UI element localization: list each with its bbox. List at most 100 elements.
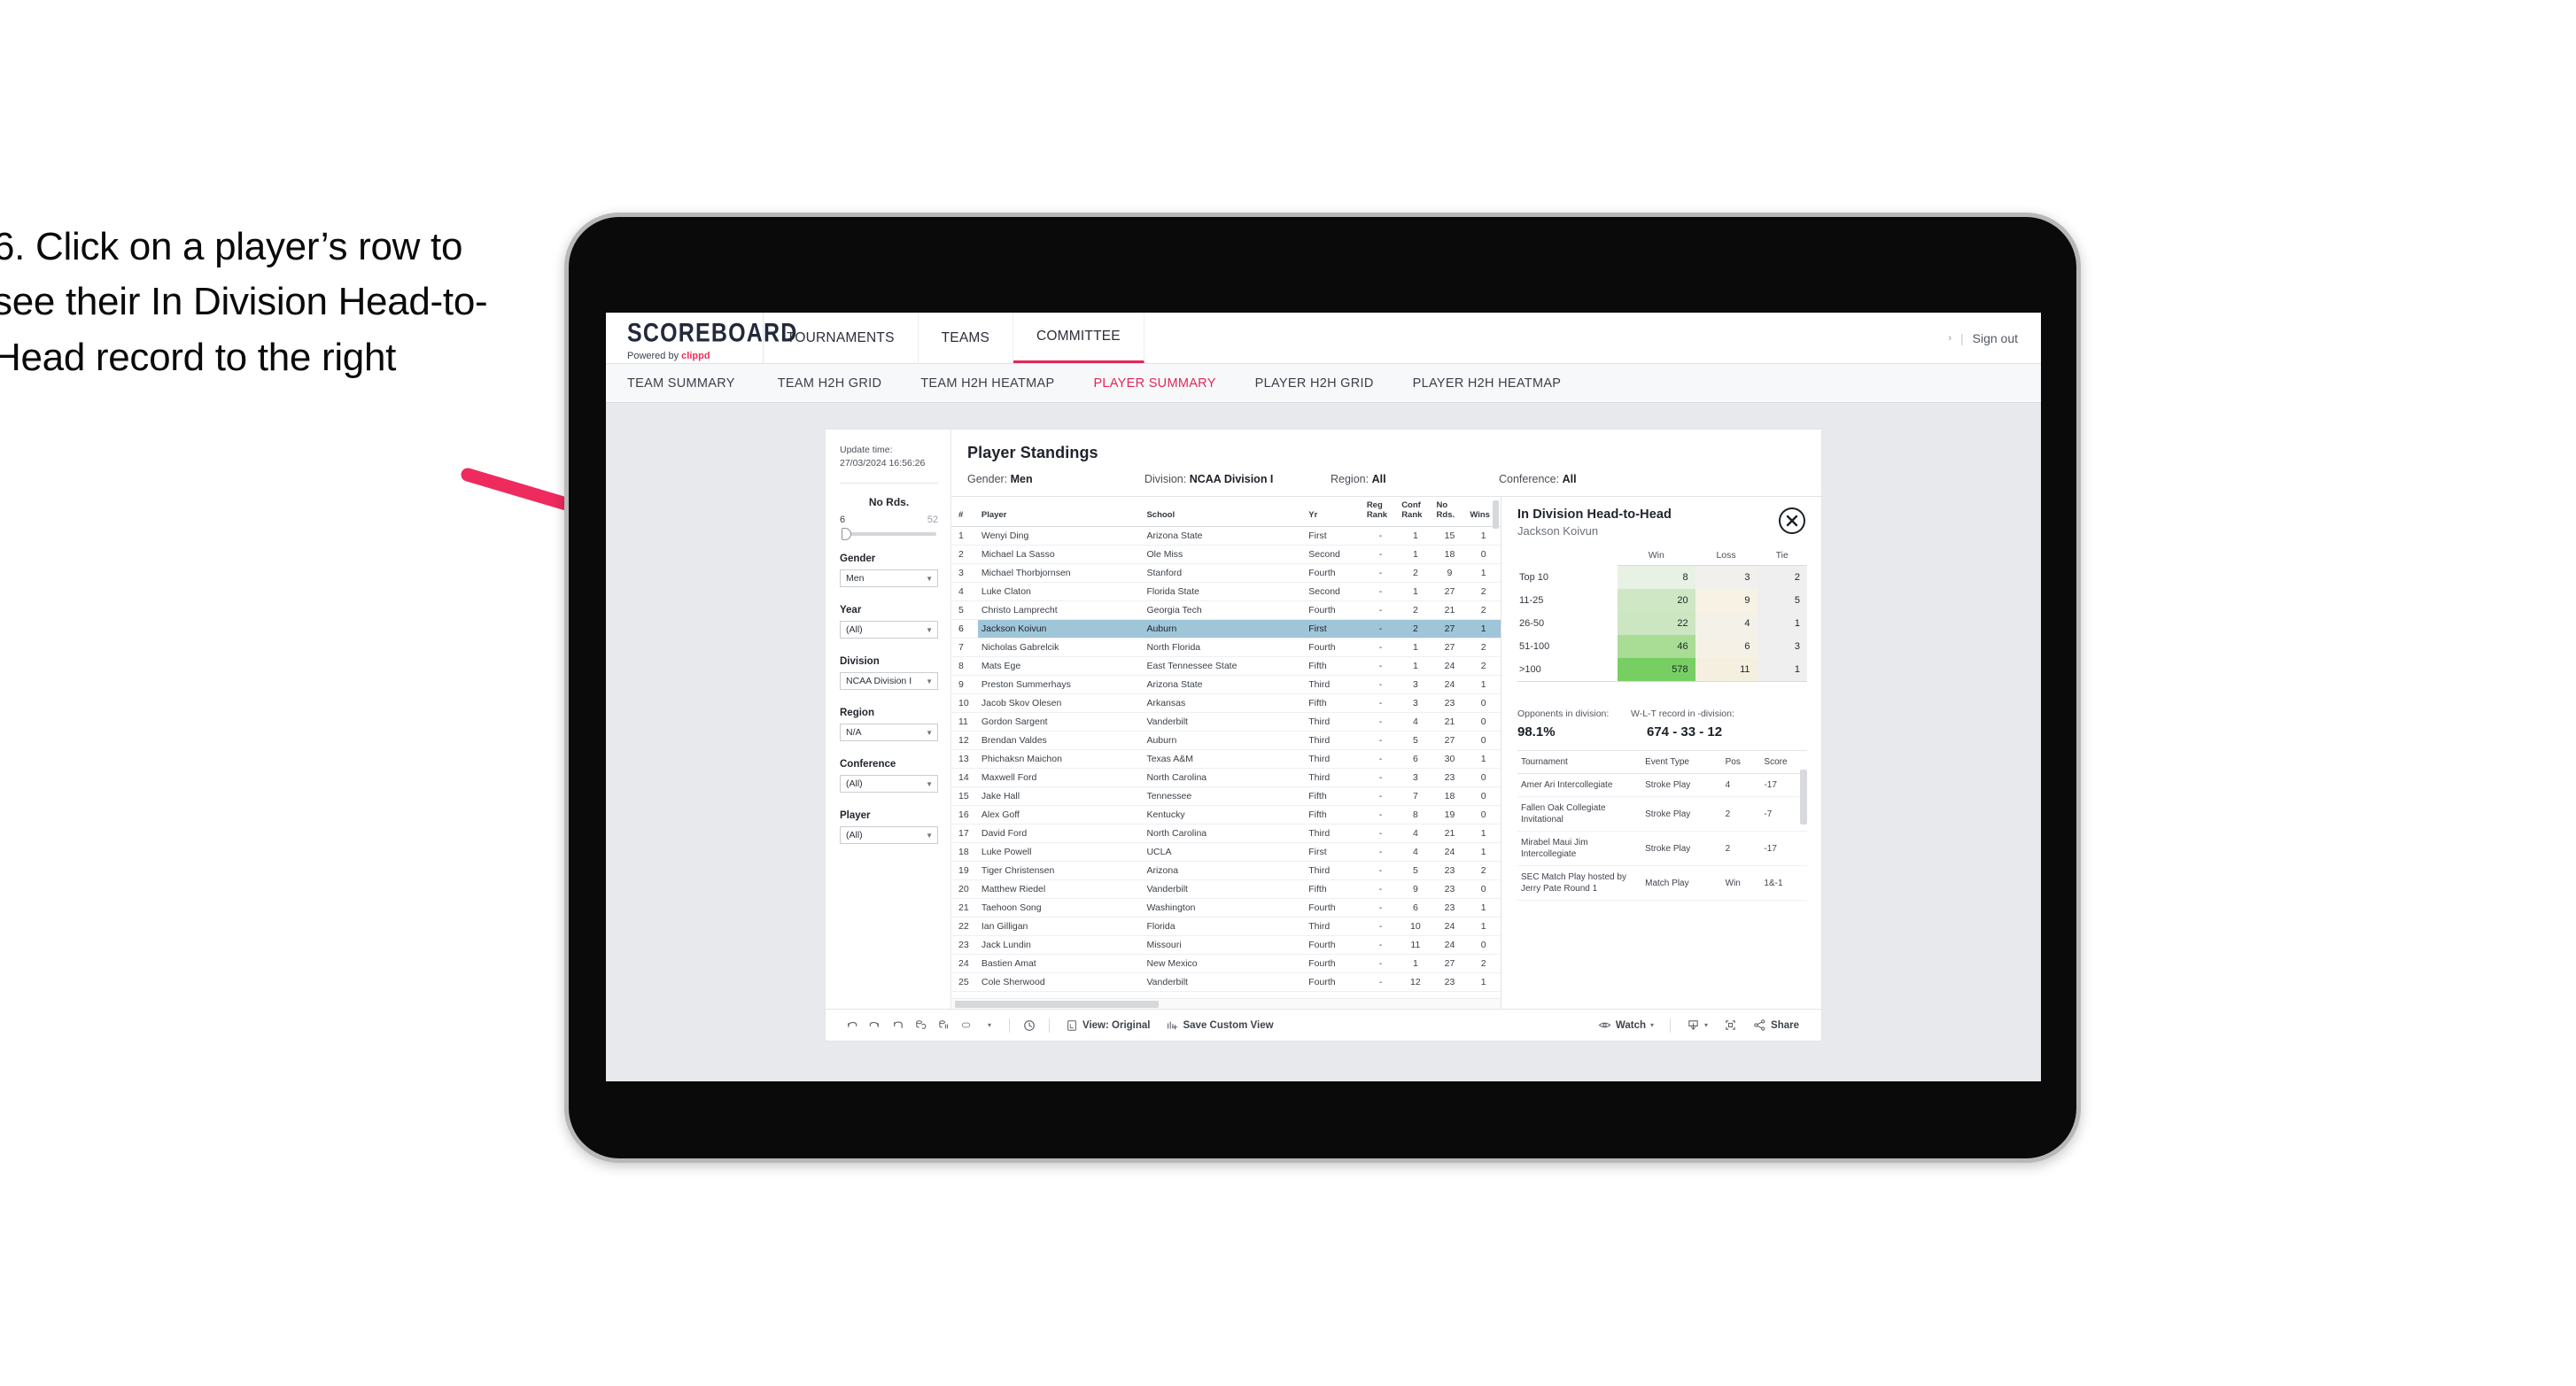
table-row[interactable]: 24 Bastien Amat New Mexico Fourth -1 27 2: [951, 954, 1501, 973]
cell-conf-rank: 6: [1398, 749, 1433, 769]
standings-vertical-scrollbar[interactable]: [1493, 500, 1499, 529]
fullscreen-button[interactable]: [1716, 1018, 1745, 1032]
cell-no-rds: 24: [1432, 935, 1467, 955]
close-x-glyph: [1786, 515, 1798, 527]
col-rank[interactable]: #: [951, 497, 978, 527]
tournament-row[interactable]: SEC Match Play hosted by Jerry Pate Roun…: [1517, 865, 1807, 901]
share-button[interactable]: Share: [1745, 1018, 1807, 1032]
no-rounds-slider[interactable]: [842, 528, 936, 541]
table-row[interactable]: 18 Luke Powell UCLA First -4 24 1: [951, 842, 1501, 862]
table-row[interactable]: 17 David Ford North Carolina Third -4 21 1: [951, 824, 1501, 843]
undo-icon[interactable]: [840, 1018, 863, 1032]
cell-school: North Florida: [1143, 638, 1306, 657]
tab-player-h2h-grid[interactable]: PLAYER H2H GRID: [1236, 376, 1393, 391]
col-reg-rank[interactable]: Reg Rank: [1362, 497, 1399, 527]
tournament-row[interactable]: Mirabel Maui Jim Intercollegiate Stroke P…: [1517, 831, 1807, 866]
cell-reg-rank: -: [1362, 898, 1399, 918]
table-row[interactable]: 15 Jake Hall Tennessee Fifth -7 18 0: [951, 786, 1501, 806]
cell-conf-rank: 2: [1398, 619, 1433, 639]
standings-horizontal-scrollbar[interactable]: [951, 998, 1501, 1009]
filter-division-select[interactable]: NCAA Division I ▼: [840, 672, 938, 691]
tab-team-h2h-grid[interactable]: TEAM H2H GRID: [758, 376, 902, 391]
cell-reg-rank: -: [1362, 600, 1399, 620]
cell-conf-rank: 1: [1398, 954, 1433, 973]
table-row[interactable]: 7 Nicholas Gabrelcik North Florida Fourth -1…: [951, 638, 1501, 657]
pause-auto-update-clock-icon[interactable]: [1018, 1018, 1041, 1033]
shape-dropdown-caret-icon[interactable]: ▾: [978, 1021, 1001, 1029]
cell-school: North Carolina: [1143, 824, 1306, 843]
table-row[interactable]: 6 Jackson Koivun Auburn First -2 27 1: [951, 619, 1501, 639]
save-custom-view-button[interactable]: Save Custom View: [1158, 1019, 1281, 1032]
tournaments-vertical-scrollbar[interactable]: [1800, 770, 1807, 825]
cell-yr: Third: [1305, 749, 1363, 769]
pause-updates-icon[interactable]: [932, 1018, 955, 1032]
filter-conference-select[interactable]: (All) ▼: [840, 775, 938, 794]
filter-region-label: Region: [840, 708, 874, 719]
redo-icon[interactable]: [863, 1018, 886, 1032]
cell-rank: 24: [951, 954, 978, 973]
table-row[interactable]: 14 Maxwell Ford North Carolina Third -3 23 0: [951, 768, 1501, 787]
summary-division: Division: NCAA Division I: [1144, 473, 1331, 485]
table-row[interactable]: 23 Jack Lundin Missouri Fourth -11 24 0: [951, 935, 1501, 955]
view-original-button[interactable]: View: Original: [1058, 1019, 1158, 1032]
table-row[interactable]: 10 Jacob Skov Olesen Arkansas Fifth -3 23 0: [951, 693, 1501, 713]
table-row[interactable]: 21 Taehoon Song Washington Fourth -6 23 1: [951, 898, 1501, 918]
standings-hscroll-thumb[interactable]: [955, 1001, 1159, 1008]
h2h-foot-rule: [1517, 681, 1807, 694]
table-row[interactable]: 20 Matthew Riedel Vanderbilt Fifth -9 23 0: [951, 879, 1501, 899]
table-row[interactable]: 13 Phichaksn Maichon Texas A&M Third -6 30 1: [951, 749, 1501, 769]
account-caret-icon[interactable]: ›: [1948, 333, 1951, 344]
refresh-data-icon[interactable]: [909, 1018, 932, 1032]
col-yr[interactable]: Yr: [1305, 497, 1363, 527]
sign-out-link[interactable]: Sign out: [1973, 331, 2018, 345]
table-row[interactable]: 12 Brendan Valdes Auburn Third -5 27 0: [951, 731, 1501, 750]
table-row[interactable]: 16 Alex Goff Kentucky Fifth -8 19 0: [951, 805, 1501, 825]
table-row[interactable]: 25 Cole Sherwood Vanderbilt Fourth -12 23 1: [951, 972, 1501, 992]
nav-tab-committee[interactable]: COMMITTEE: [1013, 313, 1144, 363]
header-account-area: › | Sign out: [1948, 313, 2041, 363]
table-row[interactable]: 4 Luke Claton Florida State Second -1 27 2: [951, 582, 1501, 601]
stat-wlt-label: W-L-T record in -division:: [1631, 708, 1734, 719]
table-row[interactable]: 19 Tiger Christensen Arizona Third -5 23 2: [951, 861, 1501, 880]
tournament-row[interactable]: Fallen Oak Collegiate Invitational Stroke…: [1517, 796, 1807, 832]
col-conf-rank[interactable]: Conf Rank: [1398, 497, 1433, 527]
tournaments-scroll-area[interactable]: Tournament Event Type Pos Score Amer Ari…: [1517, 739, 1807, 1009]
no-rounds-slider-handle[interactable]: [842, 528, 851, 541]
tab-team-summary[interactable]: TEAM SUMMARY: [627, 376, 758, 391]
table-row[interactable]: 9 Preston Summerhays Arizona State Third -3 2…: [951, 675, 1501, 694]
h2h-body: Top 10 8 3 2 11-25 20 9 5 26-50 22 4 1 51-100 46 6 3 >10…: [1517, 565, 1807, 682]
table-row[interactable]: 1 Wenyi Ding Arizona State First -1 15 1: [951, 526, 1501, 546]
filter-region-select[interactable]: N/A ▼: [840, 724, 938, 742]
download-button[interactable]: ▾: [1679, 1018, 1716, 1032]
tournament-row[interactable]: Amer Ari Intercollegiate Stroke Play 4 -17: [1517, 773, 1807, 797]
close-icon[interactable]: [1779, 507, 1805, 534]
col-school[interactable]: School: [1143, 497, 1306, 527]
standings-scroll-area[interactable]: # Player School Yr Reg Rank Conf Rank No…: [951, 497, 1501, 998]
tab-team-h2h-heatmap[interactable]: TEAM H2H HEATMAP: [901, 376, 1074, 391]
tournaments-body: Amer Ari Intercollegiate Stroke Play 4 -17 F…: [1517, 773, 1807, 901]
cell-pos: 2: [1721, 796, 1761, 832]
col-no-rds[interactable]: No Rds.: [1432, 497, 1467, 527]
h2h-cell-tie: 1: [1757, 658, 1807, 682]
watch-button[interactable]: Watch ▾: [1590, 1018, 1662, 1032]
cell-no-rds: 30: [1432, 749, 1467, 769]
cell-reg-rank: -: [1362, 731, 1399, 750]
table-row[interactable]: 5 Christo Lamprecht Georgia Tech Fourth -2 21…: [951, 600, 1501, 620]
nav-tab-teams[interactable]: TEAMS: [919, 313, 1014, 363]
brand-tagline-prefix: Powered by: [627, 350, 682, 361]
filter-gender-select[interactable]: Men ▼: [840, 569, 938, 588]
cell-no-rds: 18: [1432, 786, 1467, 806]
cell-no-rds: 24: [1432, 917, 1467, 936]
table-row[interactable]: 2 Michael La Sasso Ole Miss Second -1 18 0: [951, 545, 1501, 564]
filter-player-select[interactable]: (All) ▼: [840, 826, 938, 845]
table-row[interactable]: 8 Mats Ege East Tennessee State Fifth -1 24 2: [951, 656, 1501, 676]
table-row[interactable]: 3 Michael Thorbjornsen Stanford Fourth -2 9 1: [951, 563, 1501, 583]
table-row[interactable]: 22 Ian Gilligan Florida Third -10 24 1: [951, 917, 1501, 936]
revert-icon[interactable]: [886, 1018, 909, 1032]
filter-year-select[interactable]: (All) ▼: [840, 621, 938, 639]
tab-player-h2h-heatmap[interactable]: PLAYER H2H HEATMAP: [1393, 376, 1581, 391]
col-player[interactable]: Player: [977, 497, 1144, 527]
table-row[interactable]: 11 Gordon Sargent Vanderbilt Third -4 21 0: [951, 712, 1501, 732]
shape-icon[interactable]: [955, 1018, 978, 1032]
tab-player-summary[interactable]: PLAYER SUMMARY: [1074, 376, 1235, 391]
